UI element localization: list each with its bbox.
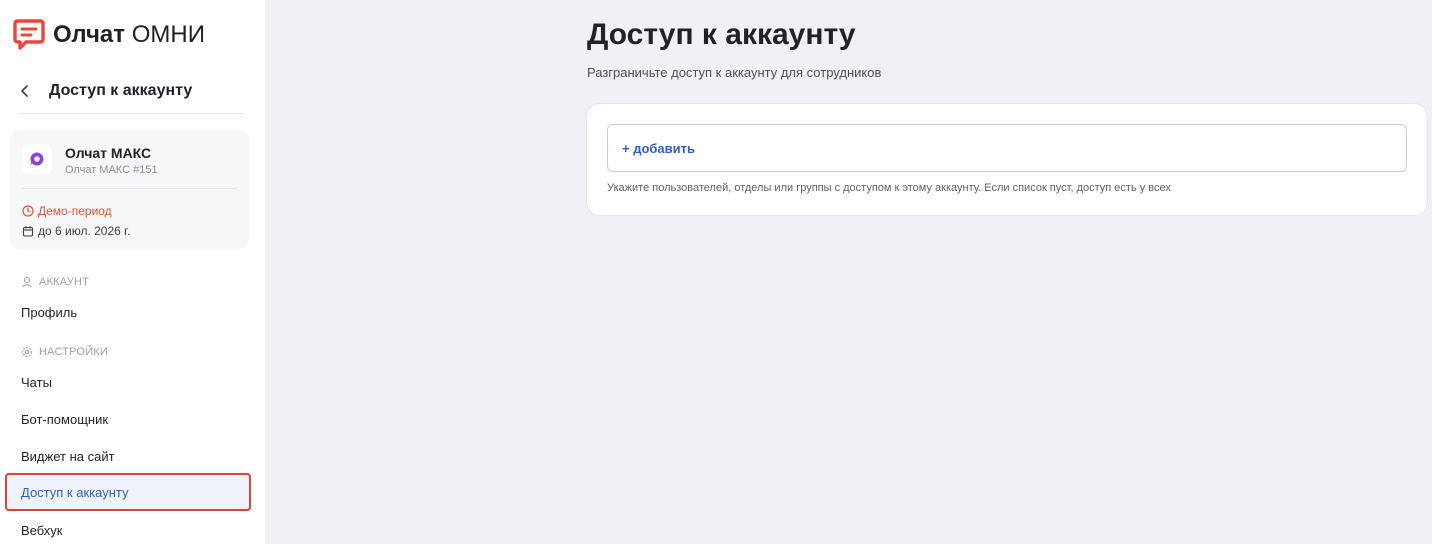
gear-icon bbox=[22, 347, 32, 357]
divider bbox=[22, 188, 237, 189]
sidebar-item-widget[interactable]: Виджет на сайт bbox=[21, 449, 115, 464]
brand-logo[interactable]: Олчат ОМНИ bbox=[12, 18, 205, 52]
clock-icon bbox=[22, 205, 34, 217]
sidebar-item-access[interactable]: Доступ к аккаунту bbox=[5, 473, 251, 511]
sidebar-item-access-label: Доступ к аккаунту bbox=[21, 485, 129, 500]
until-date: до 6 июл. 2026 г. bbox=[38, 224, 131, 238]
sidebar: Олчат ОМНИ Доступ к аккаунту Олчат МАКС … bbox=[0, 0, 265, 544]
account-chat-icon bbox=[30, 152, 44, 166]
user-icon bbox=[22, 276, 32, 288]
demo-label: Демо-период bbox=[38, 204, 112, 218]
sidebar-item-profile[interactable]: Профиль bbox=[21, 305, 77, 320]
account-card[interactable]: Олчат МАКС Олчат МАКС #151 Демо-период д… bbox=[10, 130, 249, 249]
add-button[interactable]: + добавить bbox=[622, 141, 695, 156]
brand-name: Олчат ОМНИ bbox=[53, 20, 205, 50]
demo-until: до 6 июл. 2026 г. bbox=[22, 224, 130, 238]
calendar-icon bbox=[22, 226, 34, 237]
add-access-field[interactable]: + добавить bbox=[607, 124, 1407, 172]
section-settings-label: НАСТРОЙКИ bbox=[39, 346, 109, 358]
demo-status: Демо-период bbox=[22, 204, 112, 218]
access-card: + добавить Укажите пользователей, отделы… bbox=[586, 103, 1428, 216]
sidebar-item-webhook[interactable]: Вебхук bbox=[21, 523, 62, 538]
section-account: АККАУНТ bbox=[21, 276, 89, 288]
account-avatar bbox=[22, 144, 52, 174]
chevron-left-icon[interactable] bbox=[18, 84, 32, 98]
page-subtitle: Разграничьте доступ к аккаунту для сотру… bbox=[587, 65, 882, 80]
section-settings: НАСТРОЙКИ bbox=[21, 346, 108, 358]
sidebar-item-chats[interactable]: Чаты bbox=[21, 375, 52, 390]
chat-bubble-logo-icon bbox=[13, 19, 45, 50]
page-title: Доступ к аккаунту bbox=[587, 18, 856, 51]
brand-name-regular: ОМНИ bbox=[131, 21, 205, 48]
sidebar-item-bot[interactable]: Бот-помощник bbox=[21, 412, 108, 427]
account-name: Олчат МАКС bbox=[65, 145, 152, 161]
section-account-label: АККАУНТ bbox=[39, 276, 90, 288]
access-hint: Укажите пользователей, отделы или группы… bbox=[607, 182, 1171, 194]
brand-name-bold: Олчат bbox=[53, 21, 126, 48]
sidebar-title: Доступ к аккаунту bbox=[49, 81, 193, 99]
account-id: Олчат МАКС #151 bbox=[65, 164, 158, 176]
back-navigation[interactable]: Доступ к аккаунту bbox=[18, 74, 244, 114]
